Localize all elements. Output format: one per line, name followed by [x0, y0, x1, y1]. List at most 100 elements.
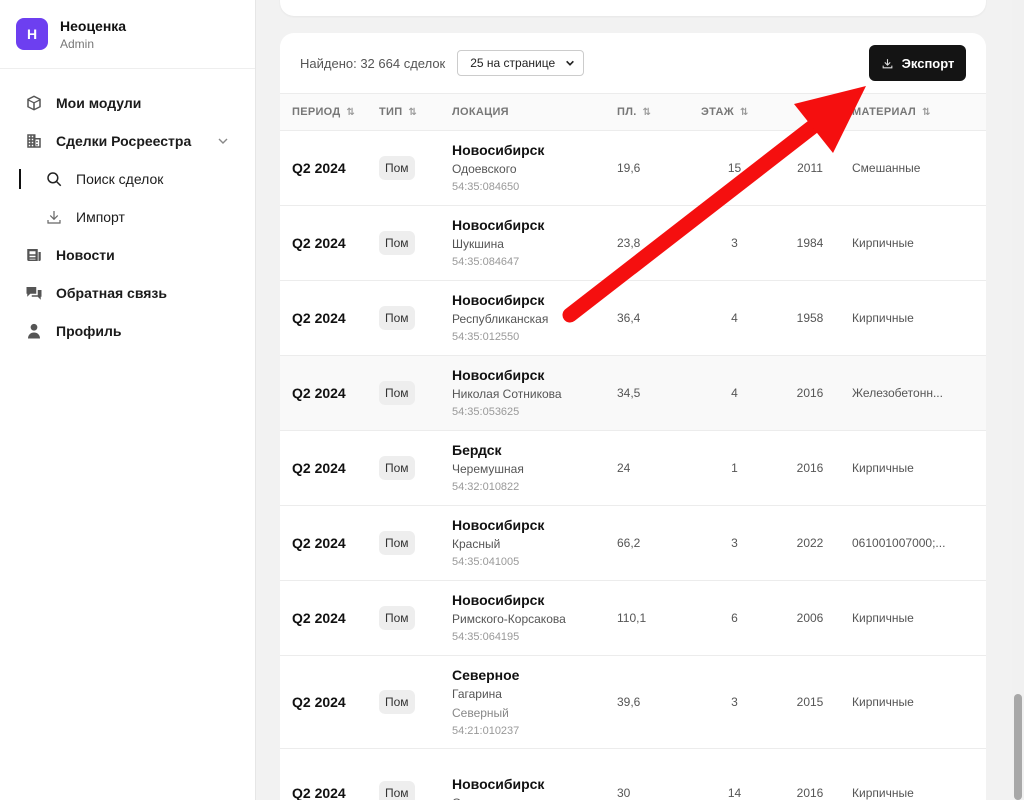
brand[interactable]: Н Неоценка Admin	[0, 0, 255, 69]
type-badge: Пом	[379, 605, 415, 630]
table-row[interactable]: Q2 2024 Пом Новосибирск Шукшина 54:35:084647…	[280, 205, 986, 281]
table-row[interactable]: Q2 2024 Пом Новосибирск Республиканская 54:3…	[280, 280, 986, 356]
cell-type: Пом	[379, 280, 452, 356]
cell-area: 39,6	[617, 655, 701, 749]
nav-item-news[interactable]: Новости	[0, 236, 255, 274]
cell-material: 061001007000;...	[852, 505, 986, 581]
nav-label: Сделки Росреестра	[56, 133, 192, 149]
cell-location: Новосибирск Оловозаводская	[452, 748, 617, 800]
cell-location: Новосибирск Римского-Корсакова 54:35:06419…	[452, 580, 617, 656]
cell-type: Пом	[379, 355, 452, 431]
type-badge: Пом	[379, 230, 415, 255]
nav-item-modules[interactable]: Мои модули	[0, 84, 255, 122]
table-body: Q2 2024 Пом Новосибирск Одоевского 54:35:084…	[280, 130, 986, 800]
table-header-row: ПЕРИОД ⇅ ТИП ⇅ ЛОКАЦИЯ ПЛ. ⇅ ЭТАЖ ⇅ МАТЕРИАЛ…	[280, 94, 986, 131]
cell-type: Пом	[379, 130, 452, 206]
table-row[interactable]: Q2 2024 Пом Бердск Черемушная 54:32:010822 24…	[280, 430, 986, 506]
table-row[interactable]: Q2 2024 Пом Новосибирск Одоевского 54:35:084…	[280, 130, 986, 206]
cell-floor: 3	[701, 655, 768, 749]
cell-period: Q2 2024	[280, 130, 379, 206]
cell-location: Новосибирск Одоевского 54:35:084650	[452, 130, 617, 206]
sort-icon: ⇅	[642, 106, 652, 118]
export-label: Экспорт	[901, 55, 955, 71]
cell-location: Бердск Черемушная 54:32:010822	[452, 430, 617, 506]
location-city: Северное	[452, 666, 520, 683]
table-row[interactable]: Q2 2024Пом Новосибирск Оловозаводская30142…	[280, 748, 986, 800]
cell-area: 66,2	[617, 505, 701, 581]
nav-label: Новости	[56, 247, 115, 263]
type-badge: Пом	[379, 455, 415, 480]
cell-period: Q2 2024	[280, 580, 379, 656]
location-street: Николая Сотникова	[452, 387, 562, 401]
location-cadastral-code: 54:35:064195	[452, 631, 520, 643]
column-header-floor[interactable]: ЭТАЖ ⇅	[701, 94, 768, 131]
column-header-area[interactable]: ПЛ. ⇅	[617, 94, 701, 131]
nav-label: Мои модули	[56, 95, 142, 111]
cell-type: Пом	[379, 205, 452, 281]
column-header-type[interactable]: ТИП ⇅	[379, 94, 452, 131]
deals-card: Найдено: 32 664 сделок 25 на странице Эк…	[280, 33, 986, 800]
cell-material: Кирпичные	[852, 280, 986, 356]
location-street: Шукшина	[452, 237, 504, 251]
table-row[interactable]: Q2 2024 Пом Новосибирск Римского-Корсакова 5…	[280, 580, 986, 656]
cell-floor: 4	[701, 280, 768, 356]
location-street: Одоевского	[452, 162, 517, 176]
cell-area: 110,1	[617, 580, 701, 656]
chat-bubbles-icon	[24, 283, 44, 303]
cell-type: Пом	[379, 655, 452, 749]
cell-floor: 14	[701, 748, 768, 800]
location-cadastral-code: 54:35:012550	[452, 331, 520, 343]
nav-item-import[interactable]: Импорт	[0, 198, 255, 236]
cell-period: Q2 2024	[280, 655, 379, 749]
nav-label: Импорт	[76, 209, 125, 225]
cell-period: Q2 2024	[280, 505, 379, 581]
type-badge: Пом	[379, 781, 415, 800]
main-nav: Мои модули Сделки Росреестра Поиск сдело…	[0, 69, 255, 350]
brand-logo: Н	[16, 18, 48, 50]
nav-item-feedback[interactable]: Обратная связь	[0, 274, 255, 312]
location-cadastral-code: 54:35:053625	[452, 406, 520, 418]
location-street: Красный	[452, 537, 501, 551]
per-page-select[interactable]: 25 на странице	[457, 50, 585, 76]
nav-item-deals[interactable]: Сделки Росреестра	[0, 122, 255, 160]
cell-type: Пом	[379, 580, 452, 656]
download-icon	[882, 58, 892, 68]
export-button[interactable]: Экспорт	[869, 45, 966, 81]
table-row[interactable]: Q2 2024 Пом Северное Гагарина Северный 54:21:…	[280, 655, 986, 749]
location-city: Бердск	[452, 442, 502, 458]
cell-type: Пом	[379, 430, 452, 506]
nav-item-search-deals[interactable]: Поиск сделок	[0, 160, 255, 198]
cell-material: Железобетонн...	[852, 355, 986, 431]
cell-period: Q2 2024	[280, 748, 379, 800]
sidebar: Н Неоценка Admin Мои модули Сделки Росре…	[0, 0, 256, 800]
table-row[interactable]: Q2 2024 Пом Новосибирск Николая Сотникова 54…	[280, 355, 986, 431]
cell-material: Смешанные	[852, 130, 986, 206]
table-toolbar: Найдено: 32 664 сделок 25 на странице Эк…	[280, 33, 986, 94]
page-scrollbar[interactable]	[1012, 0, 1024, 800]
location-cadastral-code: 54:32:010822	[452, 481, 520, 493]
sort-icon: ⇅	[408, 106, 418, 118]
cell-period: Q2 2024	[280, 355, 379, 431]
nav-item-profile[interactable]: Профиль	[0, 312, 255, 350]
cell-floor: 15	[701, 130, 768, 206]
table-row[interactable]: Q2 2024 Пом Новосибирск Красный 54:35:041005…	[280, 505, 986, 581]
cell-location: Новосибирск Республиканская 54:35:012550	[452, 280, 617, 356]
cell-floor: 3	[701, 505, 768, 581]
location-street: Республиканская	[452, 312, 549, 326]
location-street: Оловозаводская	[452, 796, 617, 800]
column-header-year[interactable]	[768, 94, 852, 131]
newspaper-icon	[24, 245, 44, 265]
per-page-value: 25 на странице	[470, 56, 556, 70]
location-street: Черемушная	[452, 462, 524, 476]
column-header-material[interactable]: МАТЕРИАЛ ⇅	[852, 94, 986, 131]
chevron-down-icon[interactable]	[217, 134, 229, 150]
cell-year: 1958	[768, 280, 852, 356]
scrollbar-thumb[interactable]	[1014, 694, 1022, 800]
column-header-period[interactable]: ПЕРИОД ⇅	[280, 94, 379, 131]
location-street: Гагарина	[452, 686, 502, 701]
location-cadastral-code: 54:21:010237	[452, 724, 520, 737]
location-city: Новосибирск	[452, 517, 545, 533]
cube-icon	[24, 93, 44, 113]
cell-year: 2022	[768, 505, 852, 581]
cell-location: Новосибирск Шукшина 54:35:084647	[452, 205, 617, 281]
